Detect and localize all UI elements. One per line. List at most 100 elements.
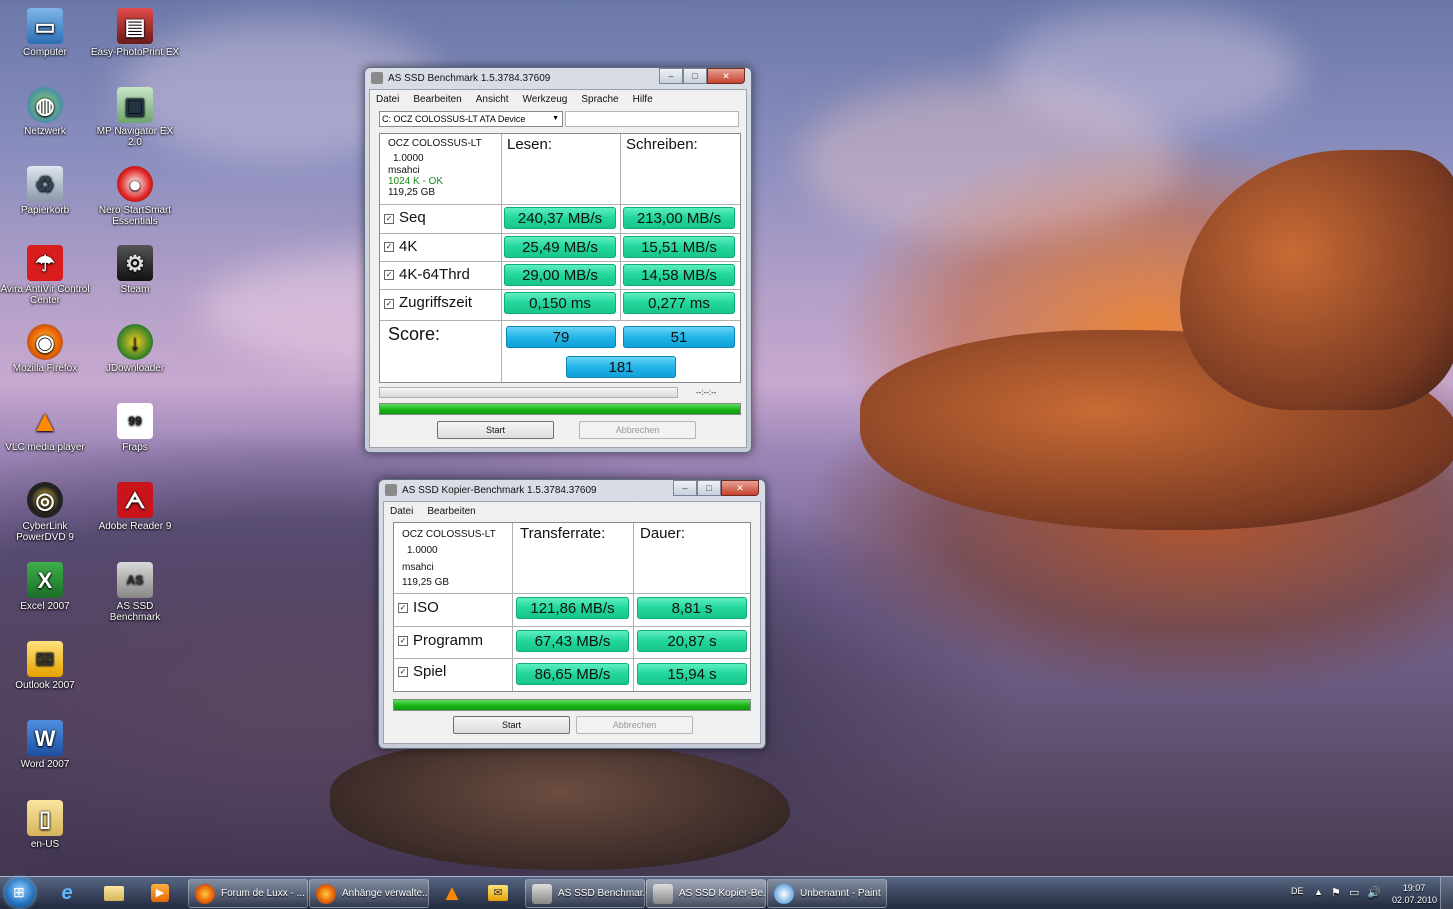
seq-checkbox[interactable]: ✓: [384, 214, 394, 224]
taskbar-item-as-ssd-benchmark[interactable]: AS SSD Benchmar...: [525, 879, 645, 908]
desktop-icon-vlc[interactable]: ▲ VLC media player: [0, 403, 90, 453]
desktop-icon-photoprint[interactable]: ▤ Easy-PhotoPrint EX: [90, 8, 180, 58]
access-time-write-value: 0,277 ms: [623, 292, 735, 314]
internet-explorer-icon: e: [61, 881, 73, 904]
pinned-vlc[interactable]: ▲: [438, 880, 466, 906]
menu-datei[interactable]: Datei: [390, 506, 413, 517]
firefox-icon: ◉: [27, 324, 63, 360]
cliff-rock: [1180, 150, 1453, 410]
desktop-icon-nero[interactable]: ● Nero StartSmart Essentials: [90, 166, 180, 227]
window-client: Datei Bearbeiten Ansicht Werkzeug Sprach…: [369, 89, 747, 448]
start-button[interactable]: Start: [453, 716, 570, 734]
jdownloader-icon: ↓: [117, 324, 153, 360]
row-label-seq: Seq: [399, 209, 426, 226]
desktop-icon-jdownloader[interactable]: ↓ JDownloader: [90, 324, 180, 374]
cancel-button[interactable]: Abbrechen: [576, 716, 693, 734]
menu-bearbeiten[interactable]: Bearbeiten: [413, 94, 461, 105]
start-button[interactable]: Start: [437, 421, 554, 439]
pinned-internet-explorer[interactable]: e: [53, 880, 81, 906]
desktop-icon-powerdvd[interactable]: ◎ CyberLink PowerDVD 9: [0, 482, 90, 543]
pinned-media-player[interactable]: ▶: [146, 880, 174, 906]
network-tray-icon[interactable]: ▭: [1349, 886, 1359, 899]
show-desktop-button[interactable]: [1440, 877, 1453, 909]
clock[interactable]: 19:07 02.07.2010: [1392, 882, 1437, 906]
action-center-icon[interactable]: ⚑: [1331, 886, 1341, 899]
desktop-icon-adobe-reader[interactable]: ᗅ Adobe Reader 9: [90, 482, 180, 532]
pinned-explorer[interactable]: [100, 880, 128, 906]
desktop-icon-fraps[interactable]: 99 Fraps: [90, 403, 180, 453]
computer-icon: ▭: [27, 8, 63, 44]
taskbar-item-as-ssd-copy[interactable]: AS SSD Kopier-Be...: [646, 879, 766, 908]
desktop-icon-computer[interactable]: ▭ Computer: [0, 8, 90, 58]
cancel-button[interactable]: Abbrechen: [579, 421, 696, 439]
minimize-button[interactable]: –: [673, 480, 697, 496]
recycle-bin-icon: ♻: [27, 166, 63, 202]
chevron-up-icon: ▲: [1314, 887, 1323, 897]
close-button[interactable]: ✕: [707, 68, 745, 84]
iso-checkbox[interactable]: ✓: [398, 603, 408, 613]
nero-icon: ●: [117, 166, 153, 202]
main-progress-fill: [380, 404, 740, 414]
desktop-icon-word[interactable]: W Word 2007: [0, 720, 90, 770]
chevron-down-icon: ▼: [552, 115, 559, 122]
title-bar[interactable]: AS SSD Benchmark 1.5.3784.37609 – □ ✕: [365, 68, 751, 88]
4k-read-value: 25,49 MB/s: [504, 236, 616, 258]
device-firmware: 1.0000: [407, 545, 438, 556]
show-hidden-icons-button[interactable]: ▲: [1314, 887, 1323, 897]
language-indicator[interactable]: DE: [1291, 886, 1304, 896]
desktop-icon-recycle-bin[interactable]: ♻ Papierkorb: [0, 166, 90, 216]
desktop-icon-mp-navigator[interactable]: ▣ MP Navigator EX 2.0: [90, 87, 180, 148]
app-icon: [385, 484, 397, 496]
outlook-icon: ✉: [27, 641, 63, 677]
game-time-value: 15,94 s: [637, 663, 747, 685]
menu-ansicht[interactable]: Ansicht: [476, 94, 509, 105]
firefox-icon: [316, 883, 336, 904]
program-checkbox[interactable]: ✓: [398, 636, 408, 646]
taskbar-item-anhaenge[interactable]: Anhänge verwalte...: [309, 879, 429, 908]
as-ssd-icon: [653, 883, 673, 904]
results-grid: OCZ COLOSSUS-LT 1.0000 msahci 1024 K - O…: [379, 133, 741, 383]
menu-datei[interactable]: Datei: [376, 94, 399, 105]
desktop-icon-as-ssd[interactable]: AS AS SSD Benchmark: [90, 562, 180, 623]
steam-icon: ⚙: [117, 245, 153, 281]
seq-write-value: 213,00 MB/s: [623, 207, 735, 229]
program-time-value: 20,87 s: [637, 630, 747, 652]
menu-sprache[interactable]: Sprache: [581, 94, 618, 105]
as-ssd-icon: AS: [117, 562, 153, 598]
taskbar-item-forum[interactable]: Forum de Luxx - ...: [188, 879, 308, 908]
menu-hilfe[interactable]: Hilfe: [633, 94, 653, 105]
desktop-icon-firefox[interactable]: ◉ Mozilla Firefox: [0, 324, 90, 374]
title-bar[interactable]: AS SSD Kopier-Benchmark 1.5.3784.37609 –…: [379, 480, 765, 500]
menu-bar: Datei Bearbeiten Ansicht Werkzeug Sprach…: [370, 90, 746, 108]
device-driver: msahci: [402, 562, 434, 573]
4k-64thrd-checkbox[interactable]: ✓: [384, 270, 394, 280]
drive-select[interactable]: C: OCZ COLOSSUS-LT ATA Device ▼: [379, 111, 563, 127]
taskbar-item-paint[interactable]: Unbenannt - Paint: [767, 879, 887, 908]
info-box: [565, 111, 739, 127]
close-icon: ✕: [736, 482, 744, 493]
network-icon: ◍: [27, 87, 63, 123]
maximize-button[interactable]: □: [683, 68, 707, 84]
access-time-checkbox[interactable]: ✓: [384, 299, 394, 309]
start-orb-button[interactable]: ⊞: [5, 878, 35, 908]
maximize-button[interactable]: □: [697, 480, 721, 496]
menu-bearbeiten[interactable]: Bearbeiten: [427, 506, 475, 517]
row-label-iso: ISO: [413, 599, 439, 616]
desktop-icon-avira[interactable]: ☂ Avira AntiVir Control Center: [0, 245, 90, 306]
volume-icon[interactable]: 🔊: [1367, 886, 1381, 899]
close-button[interactable]: ✕: [721, 480, 759, 496]
desktop-icon-steam[interactable]: ⚙ Steam: [90, 245, 180, 295]
minimize-button[interactable]: –: [659, 68, 683, 84]
4k-checkbox[interactable]: ✓: [384, 242, 394, 252]
desktop-icon-excel[interactable]: X Excel 2007: [0, 562, 90, 612]
score-write-value: 51: [623, 326, 735, 348]
desktop-icon-network[interactable]: ◍ Netzwerk: [0, 87, 90, 137]
vlc-icon: ▲: [441, 880, 463, 905]
desktop-icon-outlook[interactable]: ✉ Outlook 2007: [0, 641, 90, 691]
game-checkbox[interactable]: ✓: [398, 667, 408, 677]
pinned-outlook[interactable]: ✉: [484, 880, 512, 906]
folder-icon: [104, 885, 124, 901]
device-firmware: 1.0000: [393, 153, 424, 164]
desktop-icon-en-us[interactable]: ▯ en-US: [0, 800, 90, 850]
menu-werkzeug[interactable]: Werkzeug: [523, 94, 568, 105]
